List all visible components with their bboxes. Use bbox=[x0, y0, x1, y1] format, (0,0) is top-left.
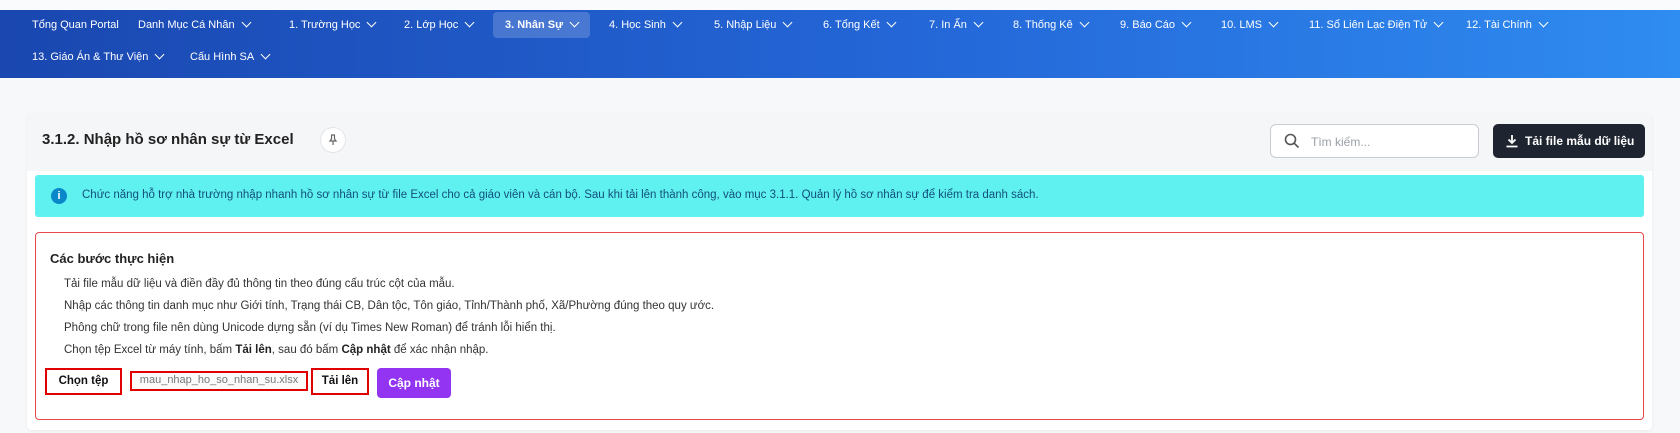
step-bold: Cập nhật bbox=[341, 344, 391, 356]
chevron-down-icon bbox=[366, 17, 377, 28]
step-item: Tải file mẫu dữ liệu và điền đầy đủ thôn… bbox=[64, 278, 455, 290]
step-text: Chọn tệp Excel từ máy tính, bấm bbox=[64, 344, 236, 356]
nav-item-tong-quan[interactable]: Tổng Quan Portal bbox=[22, 12, 129, 38]
search-input[interactable] bbox=[1309, 131, 1473, 153]
step-text: , sau đó bấm bbox=[271, 344, 342, 356]
upload-button[interactable]: Tải lên bbox=[311, 368, 369, 395]
info-message: Chức năng hỗ trợ nhà trường nhập nhanh h… bbox=[82, 189, 1039, 201]
chevron-down-icon bbox=[1538, 17, 1549, 28]
chevron-down-icon bbox=[672, 17, 683, 28]
nav-item-tong-ket[interactable]: 6. Tổng Kết bbox=[813, 12, 905, 38]
chevron-down-icon bbox=[1079, 17, 1090, 28]
download-label: Tải file mẫu dữ liệu bbox=[1525, 134, 1635, 148]
nav-label: 3. Nhân Sự bbox=[505, 19, 564, 31]
chevron-down-icon bbox=[1181, 17, 1192, 28]
nav-item-truong-hoc[interactable]: 1. Trường Học bbox=[279, 12, 385, 38]
nav-item-cau-hinh-sa[interactable]: Cấu Hình SA bbox=[180, 44, 279, 70]
main-navbar: Tổng Quan Portal Danh Mục Cá Nhân 1. Trư… bbox=[0, 10, 1680, 78]
nav-label: 11. Sổ Liên Lạc Điện Tử bbox=[1309, 19, 1428, 31]
download-icon bbox=[1506, 135, 1518, 148]
update-button[interactable]: Cập nhật bbox=[377, 368, 451, 398]
chevron-down-icon bbox=[569, 17, 580, 28]
nav-item-bao-cao[interactable]: 9. Báo Cáo bbox=[1110, 12, 1200, 38]
nav-label: 4. Học Sinh bbox=[609, 19, 666, 31]
pin-icon bbox=[328, 134, 338, 145]
nav-label: Danh Mục Cá Nhân bbox=[138, 19, 235, 31]
chevron-down-icon bbox=[886, 17, 897, 28]
nav-label: 1. Trường Học bbox=[289, 19, 361, 31]
card-header: 3.1.2. Nhập hồ sơ nhân sự từ Excel Tải f… bbox=[27, 113, 1652, 171]
nav-label: 5. Nhập Liệu bbox=[714, 19, 777, 31]
nav-item-so-lien-lac[interactable]: 11. Sổ Liên Lạc Điện Tử bbox=[1299, 12, 1452, 38]
info-icon: i bbox=[51, 188, 67, 204]
nav-label: 10. LMS bbox=[1221, 19, 1262, 31]
nav-label: 6. Tổng Kết bbox=[823, 19, 880, 31]
page-title: 3.1.2. Nhập hồ sơ nhân sự từ Excel bbox=[42, 131, 294, 148]
nav-item-lop-hoc[interactable]: 2. Lớp Học bbox=[394, 12, 483, 38]
import-card: 3.1.2. Nhập hồ sơ nhân sự từ Excel Tải f… bbox=[27, 113, 1652, 430]
nav-label: Cấu Hình SA bbox=[190, 51, 255, 63]
nav-item-thong-ke[interactable]: 8. Thống Kê bbox=[1003, 12, 1098, 38]
nav-item-lms[interactable]: 10. LMS bbox=[1211, 12, 1287, 38]
nav-item-in-an[interactable]: 7. In Ấn bbox=[919, 12, 992, 38]
chevron-down-icon bbox=[1268, 17, 1279, 28]
pin-button[interactable] bbox=[320, 127, 346, 153]
nav-label: 13. Giáo Án & Thư Viện bbox=[32, 51, 149, 63]
selected-file-name: mau_nhap_ho_so_nhan_su.xlsx bbox=[130, 371, 308, 391]
nav-label: Tổng Quan Portal bbox=[32, 19, 119, 31]
nav-label: 2. Lớp Học bbox=[404, 19, 459, 31]
info-alert: i Chức năng hỗ trợ nhà trường nhập nhanh… bbox=[35, 175, 1644, 217]
chevron-down-icon bbox=[973, 17, 984, 28]
download-template-button[interactable]: Tải file mẫu dữ liệu bbox=[1493, 124, 1645, 158]
nav-item-tai-chinh[interactable]: 12. Tài Chính bbox=[1456, 12, 1557, 38]
nav-item-hoc-sinh[interactable]: 4. Học Sinh bbox=[599, 12, 691, 38]
nav-item-nhan-su[interactable]: 3. Nhân Sự bbox=[493, 12, 591, 38]
step-item: Phông chữ trong file nên dùng Unicode dự… bbox=[64, 322, 556, 334]
search-field[interactable] bbox=[1270, 124, 1479, 158]
chevron-down-icon bbox=[154, 49, 165, 60]
steps-title: Các bước thực hiện bbox=[50, 251, 175, 266]
step-text: để xác nhận nhập. bbox=[390, 344, 489, 356]
step-bold: Tải lên bbox=[235, 344, 272, 356]
nav-label: 12. Tài Chính bbox=[1466, 19, 1532, 31]
chevron-down-icon bbox=[241, 17, 252, 28]
chevron-down-icon bbox=[260, 49, 271, 60]
top-strip bbox=[0, 0, 1680, 10]
nav-item-giao-an[interactable]: 13. Giáo Án & Thư Viện bbox=[22, 44, 173, 70]
search-icon bbox=[1284, 133, 1300, 149]
step-item: Chọn tệp Excel từ máy tính, bấm Tải lên,… bbox=[64, 344, 489, 356]
nav-item-danh-muc[interactable]: Danh Mục Cá Nhân bbox=[128, 12, 260, 38]
chevron-down-icon bbox=[1433, 17, 1444, 28]
nav-label: 7. In Ấn bbox=[929, 19, 967, 31]
steps-panel: Các bước thực hiện Tải file mẫu dữ liệu … bbox=[35, 232, 1644, 420]
nav-label: 8. Thống Kê bbox=[1013, 19, 1073, 31]
chevron-down-icon bbox=[464, 17, 475, 28]
choose-file-button[interactable]: Chọn tệp bbox=[45, 368, 122, 395]
chevron-down-icon bbox=[782, 17, 793, 28]
step-item: Nhập các thông tin danh mục như Giới tín… bbox=[64, 300, 715, 312]
nav-item-nhap-lieu[interactable]: 5. Nhập Liệu bbox=[704, 12, 801, 38]
nav-label: 9. Báo Cáo bbox=[1120, 19, 1176, 31]
